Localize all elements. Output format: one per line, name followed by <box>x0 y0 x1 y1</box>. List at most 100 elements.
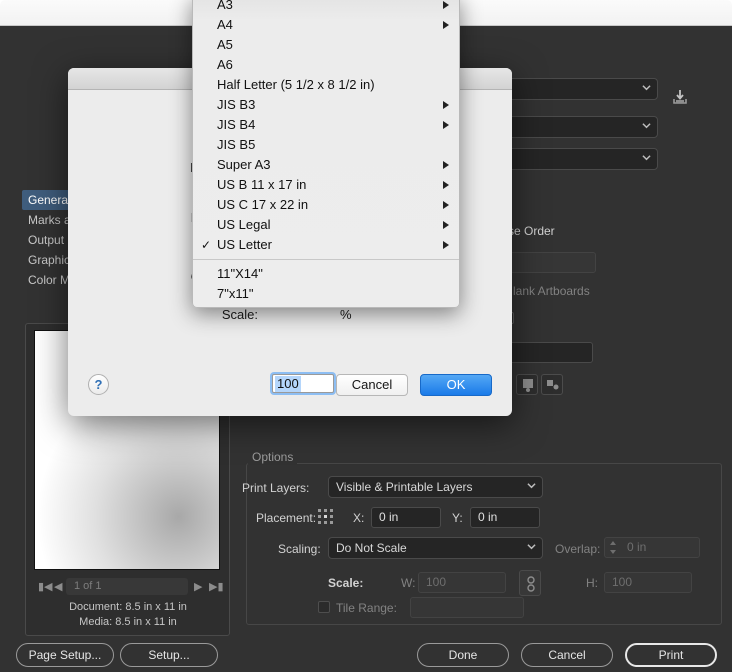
x-label: X: <box>353 511 365 525</box>
submenu-arrow-icon <box>443 181 449 189</box>
link-chain-icon <box>527 576 535 592</box>
save-preset-icon[interactable] <box>671 88 689 106</box>
menu-item-label: 11"X14" <box>217 266 263 281</box>
page-setup-scale-value: 100 <box>275 376 301 392</box>
checkmark-icon: ✓ <box>201 238 212 252</box>
options-group-title: Options <box>248 450 298 464</box>
scale-width-input[interactable]: 100 <box>418 572 506 593</box>
page-setup-button[interactable]: Page Setup... <box>16 643 114 667</box>
media-orientation-button[interactable] <box>541 374 563 395</box>
screen-root: se Order lank Artboards General Marks a <box>0 0 732 672</box>
menu-item-label: US C 17 x 22 in <box>217 197 309 212</box>
submenu-arrow-icon <box>443 101 449 109</box>
scaling-label: Scaling: <box>278 542 321 556</box>
submenu-arrow-icon <box>443 221 449 229</box>
menu-item-us-c-17-x-22-in[interactable]: US C 17 x 22 in <box>193 195 459 215</box>
submenu-arrow-icon <box>443 201 449 209</box>
page-setup-scale-input[interactable]: 100 <box>272 374 334 393</box>
link-chain-button[interactable] <box>519 570 541 596</box>
menu-item-7-x11[interactable]: 7"x11" <box>193 284 459 304</box>
last-page-icon[interactable]: ▶▮ <box>209 580 224 593</box>
page-setup-cancel-button[interactable]: Cancel <box>336 374 408 396</box>
page-number-field[interactable]: 1 of 1 <box>66 578 188 595</box>
scale-label: Scale: <box>328 576 364 590</box>
setup-button[interactable]: Setup... <box>120 643 218 667</box>
submenu-arrow-icon <box>443 241 449 249</box>
preview-document-size: Document: 8.5 in x 11 in <box>69 601 187 613</box>
first-page-icon[interactable]: ▮◀ <box>38 580 53 593</box>
y-label: Y: <box>452 511 463 525</box>
placement-y-input[interactable]: 0 in <box>470 507 540 528</box>
print-layers-select[interactable]: Visible & Printable Layers <box>328 476 543 498</box>
chevron-down-icon <box>642 155 651 161</box>
overlap-input[interactable]: 0 in <box>604 537 700 558</box>
menu-item-super-a3[interactable]: Super A3 <box>193 155 459 175</box>
next-page-icon[interactable]: ▶ <box>194 580 202 593</box>
scaling-select[interactable]: Do Not Scale <box>328 537 543 559</box>
overlap-label: Overlap: <box>555 542 601 556</box>
chevron-down-icon <box>642 123 651 129</box>
chevron-down-icon <box>527 483 536 489</box>
submenu-arrow-icon <box>443 21 449 29</box>
menu-item-us-legal[interactable]: US Legal <box>193 215 459 235</box>
menu-item-label: 7"x11" <box>217 286 254 301</box>
menu-item-half-letter-5-1-2-x-8-1-2-in[interactable]: Half Letter (5 1/2 x 8 1/2 in) <box>193 75 459 95</box>
menu-item-label: A4 <box>217 17 233 32</box>
menu-item-label: JIS B3 <box>217 97 256 112</box>
cancel-button[interactable]: Cancel <box>521 643 613 667</box>
tile-range-checkbox[interactable] <box>318 601 330 613</box>
paper-size-menu[interactable]: A3 A4 A5 A6 Half Letter (5 1/2 x 8 1/2 in) JI… <box>192 0 460 308</box>
menu-item-label: A3 <box>217 0 233 12</box>
page-orientation-icon <box>547 380 559 390</box>
menu-item-label: A5 <box>217 37 233 52</box>
scale-height-input[interactable]: 100 <box>604 572 692 593</box>
menu-item-label: US B 11 x 17 in <box>217 177 307 192</box>
media-size-button[interactable] <box>516 374 538 395</box>
help-button[interactable]: ? <box>88 374 109 395</box>
reverse-order-label: se Order <box>508 224 555 238</box>
print-button[interactable]: Print <box>625 643 717 667</box>
page-setup-ok-button[interactable]: OK <box>420 374 492 396</box>
skip-blank-artboards-label: lank Artboards <box>513 284 590 298</box>
scaling-value: Do Not Scale <box>336 541 407 555</box>
submenu-arrow-icon <box>443 1 449 9</box>
menu-item-jis-b4[interactable]: JIS B4 <box>193 115 459 135</box>
menu-item-a4[interactable]: A4 <box>193 15 459 35</box>
placement-anchor-icon[interactable] <box>316 507 336 527</box>
menu-item-11-x14[interactable]: 11"X14" <box>193 264 459 284</box>
menu-item-label: JIS B4 <box>217 117 256 132</box>
placement-label: Placement: <box>256 511 317 525</box>
menu-item-label: US Letter <box>217 237 272 252</box>
print-layers-label: Print Layers: <box>242 481 310 495</box>
artboard-range-field[interactable] <box>498 342 593 363</box>
menu-item-jis-b3[interactable]: JIS B3 <box>193 95 459 115</box>
placement-x-input[interactable]: 0 in <box>371 507 441 528</box>
menu-item-us-letter[interactable]: ✓ US Letter <box>193 235 459 255</box>
percent-sign: % <box>340 307 352 322</box>
menu-item-a6[interactable]: A6 <box>193 55 459 75</box>
menu-item-a5[interactable]: A5 <box>193 35 459 55</box>
preview-nav: ▮◀ ◀ 1 of 1 ▶ ▶▮ <box>34 577 224 597</box>
print-layers-value: Visible & Printable Layers <box>336 480 473 494</box>
menu-item-label: Super A3 <box>217 157 271 172</box>
w-label: W: <box>401 576 416 590</box>
menu-item-label: JIS B5 <box>217 137 256 152</box>
done-button[interactable]: Done <box>417 643 509 667</box>
menu-item-label: US Legal <box>217 217 271 232</box>
menu-item-a3[interactable]: A3 <box>193 0 459 15</box>
page-fit-icon <box>523 379 533 392</box>
previous-page-icon[interactable]: ◀ <box>54 580 62 593</box>
tile-range-input[interactable] <box>410 597 524 618</box>
chevron-down-icon <box>527 544 536 550</box>
stepper-icon[interactable] <box>608 539 618 556</box>
menu-item-jis-b5[interactable]: JIS B5 <box>193 135 459 155</box>
submenu-arrow-icon <box>443 161 449 169</box>
menu-item-us-b-11-x-17-in[interactable]: US B 11 x 17 in <box>193 175 459 195</box>
scale-label: Scale: <box>221 307 258 322</box>
submenu-arrow-icon <box>443 121 449 129</box>
paper-size-menu-items: A3 A4 A5 A6 Half Letter (5 1/2 x 8 1/2 in) JI… <box>193 0 459 307</box>
chevron-down-icon <box>642 85 651 91</box>
page-range-field[interactable] <box>506 252 596 273</box>
menu-separator <box>193 259 459 260</box>
preview-media-size: Media: 8.5 in x 11 in <box>79 616 177 628</box>
